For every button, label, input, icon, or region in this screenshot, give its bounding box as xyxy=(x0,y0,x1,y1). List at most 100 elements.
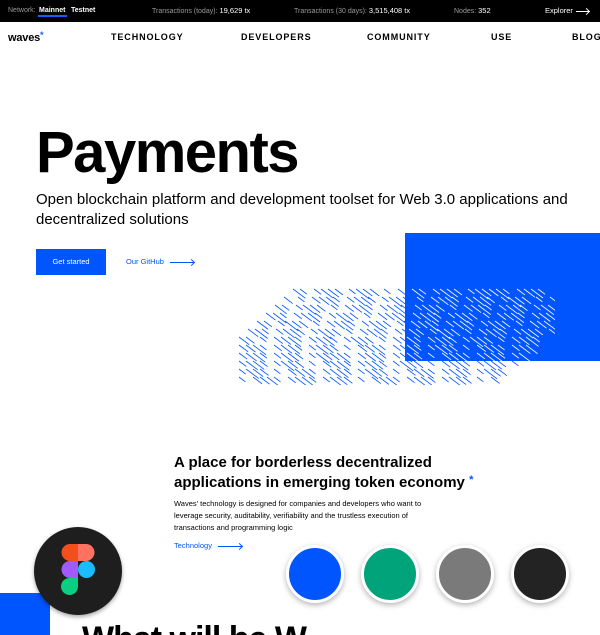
decorative-line xyxy=(463,304,473,312)
waves-logo[interactable]: waves* xyxy=(8,30,44,44)
decorative-line xyxy=(468,312,478,320)
decorative-line xyxy=(476,368,484,375)
decorative-line xyxy=(455,360,469,371)
decorative-line xyxy=(498,304,507,311)
decorative-line xyxy=(256,320,269,330)
color-swatch-black[interactable] xyxy=(511,545,569,603)
decorative-line xyxy=(415,328,424,336)
decorative-line xyxy=(358,304,373,315)
stat-transactions-30-days: Transactions (30 days): 3,515,408 tx xyxy=(294,0,410,23)
decorative-line xyxy=(476,376,484,383)
network-mainnet-tab[interactable]: Mainnet xyxy=(39,0,65,22)
decorative-line xyxy=(252,344,267,356)
decorative-line xyxy=(517,312,525,319)
technology-link-label: Technology xyxy=(174,541,212,550)
decorative-line xyxy=(382,320,392,328)
decorative-line xyxy=(347,320,356,327)
nav-blog[interactable]: BLOG xyxy=(572,32,600,42)
decorative-line xyxy=(359,328,369,336)
decorative-line xyxy=(406,376,415,383)
decorative-line xyxy=(300,312,313,322)
stat-label: Transactions (today): xyxy=(152,8,218,15)
decorative-line xyxy=(325,296,339,307)
decorative-line xyxy=(512,304,525,314)
decorative-line xyxy=(322,368,331,375)
decorative-line xyxy=(314,312,323,319)
decorative-line xyxy=(365,304,373,311)
color-swatch-blue[interactable] xyxy=(286,545,344,603)
decorative-line xyxy=(336,352,351,364)
nav-community[interactable]: COMMUNITY xyxy=(367,32,431,42)
decorative-line xyxy=(329,336,338,343)
decorative-line xyxy=(294,344,303,351)
decorative-line xyxy=(273,352,282,359)
decorative-line xyxy=(500,296,508,303)
network-testnet-tab[interactable]: Testnet xyxy=(71,0,95,22)
nav-developers[interactable]: DEVELOPERS xyxy=(241,32,312,42)
get-started-button[interactable]: Get started xyxy=(36,249,106,275)
decorative-line xyxy=(357,352,367,360)
decorative-line xyxy=(310,328,318,335)
decorative-line xyxy=(392,376,400,383)
decorative-line xyxy=(429,328,437,335)
decorative-line xyxy=(294,352,304,360)
decorative-line xyxy=(392,344,401,352)
decorative-line xyxy=(399,352,413,363)
decorative-line xyxy=(322,336,335,346)
color-swatch-green[interactable] xyxy=(361,545,419,603)
decorative-line xyxy=(273,368,281,375)
decorative-line xyxy=(511,336,521,344)
color-swatch-gray[interactable] xyxy=(436,545,494,603)
decorative-line xyxy=(348,288,356,295)
decorative-line xyxy=(282,328,295,339)
decorative-line xyxy=(254,328,268,339)
decorative-line xyxy=(499,328,508,335)
decorative-line xyxy=(396,320,404,327)
decorative-line xyxy=(311,296,321,304)
decorative-line xyxy=(292,288,306,299)
decorative-line xyxy=(445,320,455,328)
decorative-line xyxy=(466,320,475,327)
decorative-line xyxy=(531,312,540,319)
decorative-line xyxy=(273,376,281,383)
next-section-heading: What will be W xyxy=(82,622,307,635)
decorative-line xyxy=(392,336,402,344)
decorative-line xyxy=(259,344,267,351)
decorative-line xyxy=(322,376,331,383)
arrow-right-icon xyxy=(575,10,589,12)
decorative-line xyxy=(441,336,454,346)
stat-value: 3,515,408 tx xyxy=(368,6,411,15)
decorative-line xyxy=(502,288,510,295)
decorative-line xyxy=(515,320,523,327)
decorative-line xyxy=(399,360,414,372)
decorative-line xyxy=(315,344,329,355)
logo-star-icon: * xyxy=(40,30,44,40)
decorative-line xyxy=(474,288,489,300)
decorative-line xyxy=(331,328,342,336)
decorative-line xyxy=(416,296,424,303)
decorative-line xyxy=(360,296,373,306)
decorative-line xyxy=(345,328,353,335)
decorative-line xyxy=(283,296,293,304)
technology-link[interactable]: Technology xyxy=(174,541,242,550)
decorative-line xyxy=(287,376,296,384)
decorative-line xyxy=(413,336,421,343)
decorative-line xyxy=(378,344,386,351)
decorative-line xyxy=(377,312,388,321)
decorative-line xyxy=(280,360,295,372)
explorer-link[interactable]: Explorer xyxy=(545,0,589,22)
decorative-line xyxy=(357,368,365,375)
decorative-line xyxy=(511,352,520,359)
decorative-line xyxy=(294,360,305,369)
decorative-line xyxy=(454,312,468,323)
nav-use[interactable]: USE xyxy=(491,32,512,42)
decorative-line xyxy=(344,304,354,312)
decorative-line xyxy=(280,352,294,363)
decorative-line xyxy=(495,288,510,300)
nav-technology[interactable]: TECHNOLOGY xyxy=(111,32,184,42)
decorative-line xyxy=(315,336,328,346)
hero-title: Payments xyxy=(36,120,300,185)
decorative-line xyxy=(326,320,336,328)
decorative-line xyxy=(340,320,354,331)
github-link[interactable]: Our GitHub xyxy=(126,257,194,266)
